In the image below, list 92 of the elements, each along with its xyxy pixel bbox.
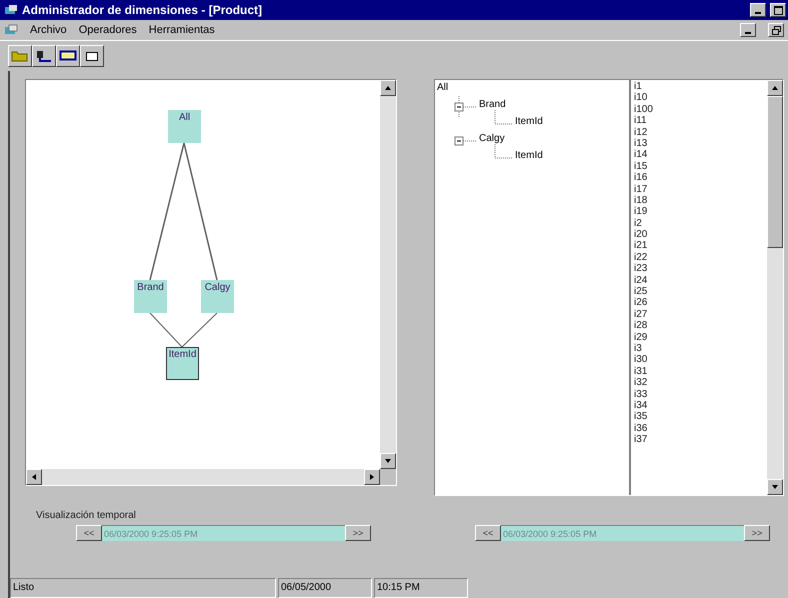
tool-button[interactable] — [56, 45, 80, 67]
tool-button[interactable] — [32, 45, 56, 67]
scroll-down-button[interactable] — [767, 479, 783, 495]
dimension-node[interactable]: Calgy — [201, 280, 234, 313]
list-item[interactable]: i2 — [634, 218, 764, 230]
list-item[interactable]: i17 — [634, 184, 764, 195]
list-item[interactable]: i28 — [634, 320, 764, 332]
list-item[interactable]: i33 — [634, 388, 764, 400]
previous-button[interactable]: << — [76, 525, 102, 541]
list-item[interactable]: i11 — [634, 115, 764, 127]
list-item[interactable]: i30 — [634, 354, 764, 366]
monitor-icon — [59, 50, 77, 62]
list-item[interactable]: i13 — [634, 138, 764, 150]
up-arrow-icon — [384, 84, 392, 92]
list-item[interactable]: i14 — [634, 149, 764, 161]
scroll-down-button[interactable] — [380, 453, 396, 469]
list-item[interactable]: i21 — [634, 240, 764, 252]
open-button[interactable] — [8, 45, 32, 67]
right-arrow-icon — [368, 473, 376, 481]
scroll-up-button[interactable] — [767, 80, 783, 96]
list-item[interactable]: i18 — [634, 194, 764, 206]
next-button[interactable]: >> — [744, 525, 770, 541]
down-arrow-icon — [771, 483, 779, 491]
list-item[interactable]: i34 — [634, 400, 764, 412]
scrollbar-corner — [380, 469, 396, 485]
list-item[interactable]: i35 — [634, 411, 764, 423]
status-field: 10:15 PM — [374, 578, 468, 598]
list-item[interactable]: i19 — [634, 206, 764, 218]
list-item[interactable]: i36 — [634, 422, 764, 434]
list-item[interactable]: i31 — [634, 366, 764, 378]
list-item[interactable]: i20 — [634, 229, 764, 240]
restore-icon — [772, 26, 780, 34]
tree-item[interactable]: Calgy — [479, 133, 505, 144]
scroll-right-button[interactable] — [364, 469, 380, 485]
tree-item[interactable]: All — [437, 82, 448, 93]
menu-item[interactable]: Archivo — [30, 24, 67, 36]
menu-item[interactable]: Herramientas — [148, 24, 215, 36]
collapse-icon[interactable] — [454, 102, 464, 112]
network-icon — [35, 50, 53, 62]
connector-line — [150, 312, 182, 348]
up-arrow-icon — [771, 84, 779, 92]
scroll-thumb[interactable] — [767, 96, 783, 248]
status-field: Listo — [10, 578, 276, 598]
list-item[interactable]: i26 — [634, 297, 764, 309]
down-arrow-icon — [384, 457, 392, 465]
horizontal-scrollbar[interactable] — [26, 469, 380, 485]
list-item[interactable]: i24 — [634, 274, 764, 286]
dimension-node[interactable]: ItemId — [166, 347, 199, 380]
previous-button[interactable]: << — [475, 525, 501, 541]
minimize-button[interactable] — [750, 3, 766, 17]
maximize-icon — [774, 6, 782, 14]
list-item[interactable]: i3 — [634, 342, 764, 354]
collapse-icon[interactable] — [454, 136, 464, 146]
menu-item[interactable]: Operadores — [78, 24, 137, 36]
list-item[interactable]: i22 — [634, 252, 764, 264]
restore-button[interactable] — [768, 23, 784, 37]
date-time-text: 06/03/2000 9:25:05 PM — [104, 529, 198, 539]
dimension-node[interactable]: All — [168, 110, 201, 143]
tree-item[interactable]: ItemId — [515, 150, 543, 161]
list-item[interactable]: i32 — [634, 377, 764, 389]
list-item[interactable]: i10 — [634, 92, 764, 104]
list-item[interactable]: i16 — [634, 172, 764, 184]
list-item[interactable]: i25 — [634, 286, 764, 298]
list-item[interactable]: i23 — [634, 263, 764, 275]
list-item[interactable]: i37 — [634, 434, 764, 446]
tree-item[interactable]: ItemId — [515, 116, 543, 127]
tree-item[interactable]: Brand — [479, 99, 506, 110]
minimize-button[interactable] — [740, 23, 756, 37]
document-icon[interactable] — [4, 24, 18, 36]
list-item[interactable]: i29 — [634, 332, 764, 343]
status-field: 06/05/2000 — [278, 578, 372, 598]
date-time-text: 06/03/2000 9:25:05 PM — [503, 529, 597, 539]
connector-line — [182, 312, 218, 348]
window-title: Administrador de dimensiones - [Product] — [22, 3, 264, 17]
list-item[interactable]: i15 — [634, 160, 764, 172]
left-arrow-icon — [30, 473, 38, 481]
vertical-scrollbar[interactable] — [380, 80, 396, 469]
list-item[interactable]: i1 — [634, 81, 764, 92]
vertical-scrollbar[interactable] — [767, 80, 783, 495]
list-item[interactable]: i12 — [634, 126, 764, 138]
maximize-button[interactable] — [770, 3, 786, 17]
window-icon — [83, 50, 101, 62]
app-icon — [4, 4, 18, 16]
list-item[interactable]: i100 — [634, 104, 764, 116]
scroll-left-button[interactable] — [26, 469, 42, 485]
next-button[interactable]: >> — [345, 525, 371, 541]
scroll-up-button[interactable] — [380, 80, 396, 96]
timeline-label: Visualización temporal — [36, 510, 137, 521]
dimension-node[interactable]: Brand — [134, 280, 167, 313]
folder-icon — [11, 50, 29, 62]
tool-button[interactable] — [80, 45, 104, 67]
list-item[interactable]: i27 — [634, 308, 764, 320]
